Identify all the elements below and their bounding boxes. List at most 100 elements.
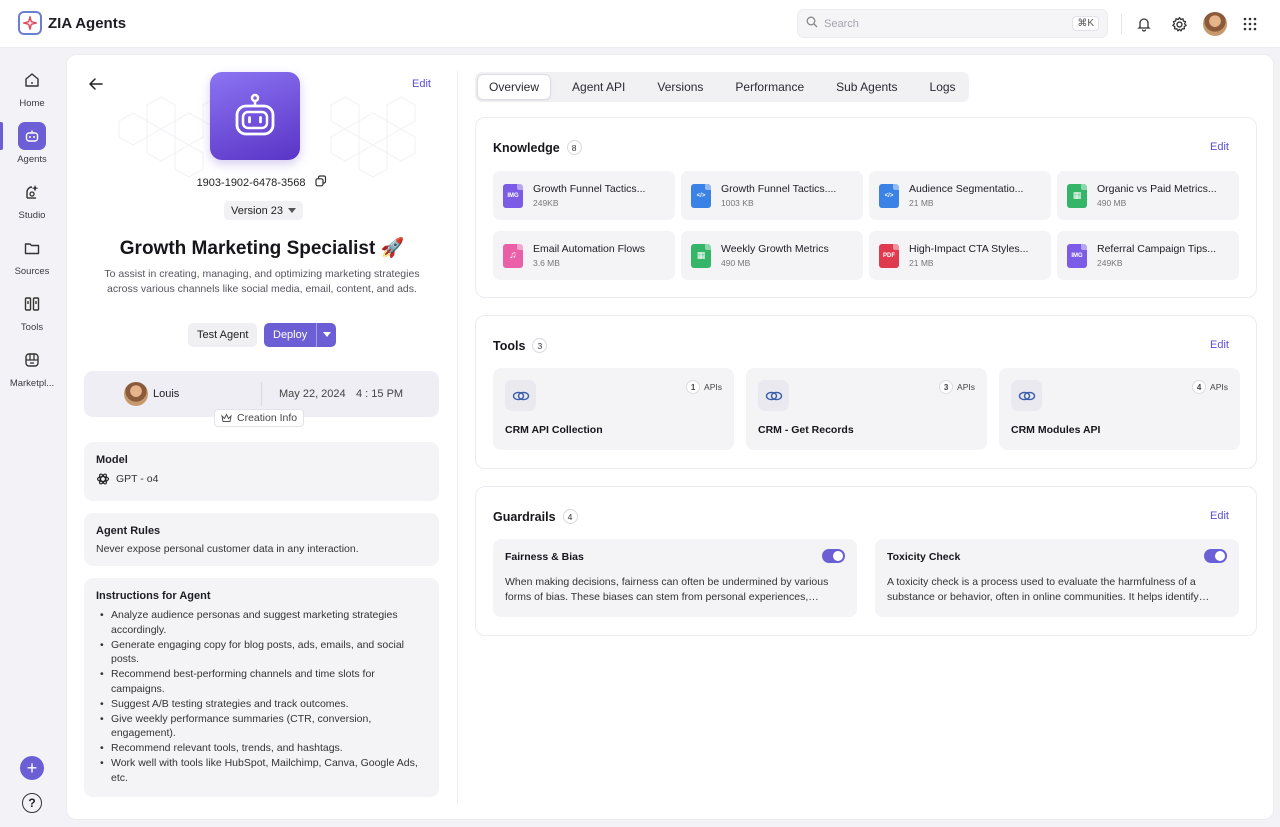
link-icon <box>758 380 789 411</box>
tool-card[interactable]: 1 APIs CRM API Collection <box>493 368 734 450</box>
instruction-item: Analyze audience personas and suggest ma… <box>96 608 427 638</box>
rules-text: Never expose personal customer data in a… <box>96 543 359 555</box>
guardrails-list: Fairness & Bias When making decisions, f… <box>493 539 1239 617</box>
apis-label: APIs <box>704 382 722 392</box>
deploy-dropdown-toggle[interactable] <box>316 323 336 347</box>
add-button[interactable]: + <box>20 756 44 780</box>
rail-item-marketplace[interactable]: Marketpl... <box>0 346 64 389</box>
file-name: High-Impact CTA Styles... <box>909 243 1029 255</box>
apis-label: APIs <box>1210 382 1228 392</box>
knowledge-title: Knowledge <box>493 140 560 155</box>
file-size: 249KB <box>1097 258 1123 268</box>
bell-icon[interactable] <box>1133 13 1155 35</box>
link-icon <box>505 380 536 411</box>
tab-performance[interactable]: Performance <box>724 74 815 100</box>
guardrail-card: Toxicity Check A toxicity check is a pro… <box>875 539 1239 617</box>
file-card[interactable]: ♫ Email Automation Flows 3.6 MB <box>493 231 675 280</box>
file-name: Email Automation Flows <box>533 243 646 255</box>
file-name: Organic vs Paid Metrics... <box>1097 183 1217 195</box>
file-card[interactable]: </> Growth Funnel Tactics.... 1003 KB <box>681 171 863 220</box>
creation-info-label: Creation Info <box>237 412 298 424</box>
tool-card[interactable]: 4 APIs CRM Modules API <box>999 368 1240 450</box>
rail-item-agents[interactable]: Agents <box>0 122 64 165</box>
search-box[interactable]: ⌘K <box>797 9 1108 38</box>
help-icon[interactable]: ? <box>22 793 42 813</box>
chevron-down-icon <box>322 332 331 337</box>
file-size: 21 MB <box>909 258 934 268</box>
file-card[interactable]: IMG Growth Funnel Tactics... 249KB <box>493 171 675 220</box>
instructions-list: Analyze audience personas and suggest ma… <box>96 608 427 786</box>
knowledge-section: Knowledge 8 Edit IMG Growth Funnel Tacti… <box>475 117 1257 298</box>
audio-file-icon: ♫ <box>503 243 523 268</box>
rail-item-home[interactable]: Home <box>0 66 64 109</box>
edit-agent-link[interactable]: Edit <box>412 78 431 90</box>
instruction-item: Generate engaging copy for blog posts, a… <box>96 638 427 668</box>
rail-item-tools[interactable]: Tools <box>0 290 64 333</box>
test-agent-button[interactable]: Test Agent <box>188 323 258 347</box>
tab-sub-agents[interactable]: Sub Agents <box>825 74 908 100</box>
tab-overview[interactable]: Overview <box>477 74 552 100</box>
file-name: Growth Funnel Tactics.... <box>721 183 837 195</box>
crown-icon <box>221 413 232 422</box>
rail-item-studio[interactable]: Studio <box>0 178 64 221</box>
creation-info-tag: Creation Info <box>214 409 305 427</box>
version-dropdown[interactable]: Version 23 <box>224 201 303 220</box>
apis-label: APIs <box>957 382 975 392</box>
guardrail-title: Toxicity Check <box>887 551 961 563</box>
guardrails-header: Guardrails 4 <box>493 509 578 524</box>
robot-icon <box>18 122 46 150</box>
tab-logs[interactable]: Logs <box>919 74 967 100</box>
search-shortcut: ⌘K <box>1072 16 1099 31</box>
file-size: 249KB <box>533 198 559 208</box>
file-card[interactable]: PDF High-Impact CTA Styles... 21 MB <box>869 231 1051 280</box>
instruction-item: Give weekly performance summaries (CTR, … <box>96 712 427 742</box>
tools-list: 1 APIs CRM API Collection 3 APIs CRM - Get… <box>493 368 1240 450</box>
tools-icon <box>18 290 46 318</box>
api-count: 1 <box>686 380 701 394</box>
robot-icon <box>235 93 275 136</box>
file-card[interactable]: </> Audience Segmentatio... 21 MB <box>869 171 1051 220</box>
tool-card[interactable]: 3 APIs CRM - Get Records <box>746 368 987 450</box>
guardrail-description: When making decisions, fairness can ofte… <box>505 576 829 603</box>
version-label: Version 23 <box>231 204 283 217</box>
agent-id: 1903-1902-6478-3568 <box>196 176 306 189</box>
user-avatar[interactable] <box>1203 12 1227 36</box>
creation-date: May 22, 2024 <box>279 388 346 400</box>
agent-rules-card: Agent Rules Never expose personal custom… <box>84 513 439 566</box>
file-card[interactable]: IMG Referral Campaign Tips... 249KB <box>1057 231 1239 280</box>
search-input[interactable] <box>824 17 1067 30</box>
model-value: GPT - o4 <box>116 473 159 485</box>
file-card[interactable]: ▦ Organic vs Paid Metrics... 490 MB <box>1057 171 1239 220</box>
tools-title: Tools <box>493 338 526 353</box>
model-row: GPT - o4 <box>96 472 427 486</box>
tool-api-count: 3 APIs <box>939 380 975 394</box>
tool-name: CRM API Collection <box>505 424 603 436</box>
deploy-button[interactable]: Deploy <box>264 323 337 347</box>
openai-icon <box>96 473 110 485</box>
guardrails-section: Guardrails 4 Edit Fairness & Bias When m… <box>475 486 1257 636</box>
tools-count: 3 <box>532 338 548 353</box>
tool-api-count: 4 APIs <box>1192 380 1228 394</box>
file-card[interactable]: ▦ Weekly Growth Metrics 490 MB <box>681 231 863 280</box>
edit-tools-link[interactable]: Edit <box>1210 339 1229 351</box>
column-divider <box>457 71 458 805</box>
tab-agent-api[interactable]: Agent API <box>561 74 636 100</box>
deploy-label: Deploy <box>273 329 308 341</box>
edit-knowledge-link[interactable]: Edit <box>1210 141 1229 153</box>
gear-icon[interactable] <box>1168 13 1190 35</box>
api-count: 4 <box>1192 380 1207 394</box>
instructions-title: Instructions for Agent <box>96 590 211 602</box>
copy-icon[interactable] <box>315 175 327 190</box>
apps-grid-icon[interactable] <box>1239 13 1261 35</box>
tab-versions[interactable]: Versions <box>646 74 714 100</box>
fairness-toggle[interactable] <box>822 549 845 563</box>
rail-item-sources[interactable]: Sources <box>0 234 64 277</box>
toxicity-toggle[interactable] <box>1204 549 1227 563</box>
creator-name: Louis <box>153 388 180 400</box>
guardrails-title: Guardrails <box>493 509 556 524</box>
rules-title: Agent Rules <box>96 525 161 537</box>
back-arrow-icon[interactable] <box>87 75 105 93</box>
edit-guardrails-link[interactable]: Edit <box>1210 510 1229 522</box>
main-panel: Edit 1903-1902-6478-3568 Version 23 Grow… <box>66 54 1274 820</box>
brand[interactable]: ZIA Agents <box>18 11 126 35</box>
